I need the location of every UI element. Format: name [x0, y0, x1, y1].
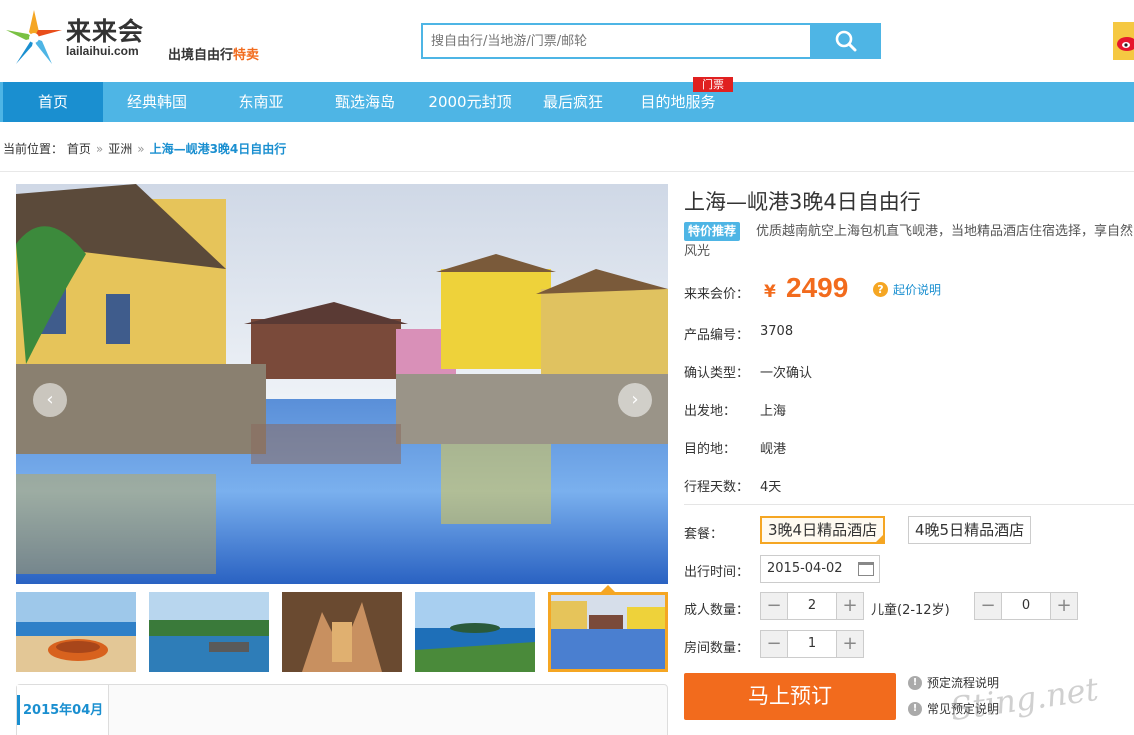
product-description: 优质越南航空上海包机直飞岘港，当地精品酒店住宿选择，享自然风光: [684, 224, 1134, 259]
field-value-product-id: 3708: [760, 324, 794, 339]
nav-item-2000-cap[interactable]: 2000元封顶: [423, 82, 517, 122]
tagline-prefix: 出境自由行: [168, 48, 234, 63]
book-now-button[interactable]: 马上预订: [684, 673, 896, 720]
calendar-panel: 2015年04月: [16, 684, 668, 735]
search-bar: [421, 23, 881, 59]
room-label: 房间数量：: [684, 641, 750, 656]
field-label-destination: 目的地：: [684, 442, 737, 457]
nav-item-last-minute[interactable]: 最后疯狂: [534, 82, 612, 122]
adult-stepper: − 2 +: [760, 592, 864, 620]
question-icon: ?: [873, 282, 888, 297]
field-value-confirm-type: 一次确认: [760, 366, 813, 381]
search-input[interactable]: [421, 23, 811, 59]
child-count[interactable]: 0: [1001, 593, 1051, 619]
nav-item-home[interactable]: 首页: [3, 82, 103, 122]
thumbnail-harbor-boats[interactable]: [149, 592, 269, 672]
adult-plus-button[interactable]: +: [837, 593, 863, 619]
child-minus-button[interactable]: −: [975, 593, 1001, 619]
breadcrumb-separator: »: [137, 142, 145, 156]
price-label: 来来会价：: [684, 287, 750, 302]
nav-item-korea[interactable]: 经典韩国: [112, 82, 202, 122]
room-count[interactable]: 1: [787, 631, 837, 657]
price-currency: ¥: [764, 282, 776, 302]
package-option-4n5d[interactable]: 4晚5日精品酒店: [908, 516, 1032, 544]
divider: [684, 504, 1134, 505]
adult-label: 成人数量：: [684, 603, 750, 618]
date-label: 出行时间：: [684, 565, 750, 580]
field-label-days: 行程天数：: [684, 480, 750, 495]
gallery-prev-button[interactable]: ‹: [33, 383, 67, 417]
field-value-destination: 岘港: [760, 442, 787, 457]
thumbnail-selected-indicator: [601, 585, 615, 592]
promo-tag: 特价推荐: [684, 222, 741, 241]
package-option-3n4d[interactable]: 3晚4日精品酒店: [760, 516, 886, 544]
breadcrumb-current[interactable]: 上海—岘港3晚4日自由行: [150, 142, 287, 156]
thumbnail-cave[interactable]: [282, 592, 402, 672]
brand-name[interactable]: 来来会: [66, 12, 144, 48]
info-icon: !: [908, 675, 922, 690]
child-plus-button[interactable]: +: [1051, 593, 1077, 619]
adult-count[interactable]: 2: [787, 593, 837, 619]
divider: [0, 171, 1134, 172]
child-stepper: − 0 +: [974, 592, 1078, 620]
search-icon: [835, 30, 856, 52]
breadcrumb-home[interactable]: 首页: [67, 142, 91, 156]
tagline: 出境自由行特卖: [168, 44, 259, 63]
breadcrumb-asia[interactable]: 亚洲: [108, 142, 132, 156]
thumbnail-coast-view[interactable]: [415, 592, 535, 672]
site-header: 来来会 lailaihui.com 出境自由行特卖: [0, 0, 1134, 82]
chevron-right-icon: ›: [631, 389, 639, 410]
room-plus-button[interactable]: +: [837, 631, 863, 657]
weibo-icon[interactable]: [1113, 22, 1134, 60]
calendar-icon[interactable]: [858, 562, 874, 576]
price-value: 2499: [786, 272, 849, 303]
adult-minus-button[interactable]: −: [761, 593, 787, 619]
nav-item-islands[interactable]: 甄选海岛: [322, 82, 408, 122]
room-stepper: − 1 +: [760, 630, 864, 658]
field-label-confirm-type: 确认类型：: [684, 366, 750, 381]
info-icon: !: [908, 701, 922, 716]
field-label-product-id: 产品编号：: [684, 328, 750, 343]
search-button[interactable]: [810, 23, 881, 59]
main-product-photo[interactable]: [16, 184, 668, 584]
brand-domain: lailaihui.com: [66, 44, 139, 58]
tickets-badge: 门票: [693, 77, 733, 92]
field-label-departure: 出发地：: [684, 404, 737, 419]
price-help-text[interactable]: 起价说明: [893, 281, 941, 298]
gallery-next-button[interactable]: ›: [618, 383, 652, 417]
thumbnail-japanese-bridge[interactable]: [548, 592, 668, 672]
nav-item-southeast-asia[interactable]: 东南亚: [222, 82, 300, 122]
field-value-departure: 上海: [760, 404, 787, 419]
breadcrumb-separator: »: [95, 142, 104, 156]
main-nav: 首页 经典韩国 东南亚 甄选海岛 2000元封顶 最后疯狂 目的地服务: [0, 82, 1134, 122]
breadcrumb: 当前位置： 首页 » 亚洲 » 上海—岘港3晚4日自由行: [3, 140, 286, 157]
field-value-days: 4天: [760, 480, 782, 495]
breadcrumb-label: 当前位置：: [3, 142, 64, 156]
room-minus-button[interactable]: −: [761, 631, 787, 657]
star-logo-icon[interactable]: [4, 8, 64, 68]
package-label: 套餐：: [684, 527, 724, 542]
child-label: 儿童(2-12岁): [871, 603, 950, 618]
product-title: 上海—岘港3晚4日自由行: [684, 190, 921, 214]
price-help-link[interactable]: ? 起价说明: [873, 281, 941, 298]
calendar-month-tab[interactable]: 2015年04月: [17, 685, 109, 735]
thumbnail-beach-boats[interactable]: [16, 592, 136, 672]
tagline-highlight: 特卖: [233, 48, 260, 63]
chevron-left-icon: ‹: [46, 389, 54, 410]
